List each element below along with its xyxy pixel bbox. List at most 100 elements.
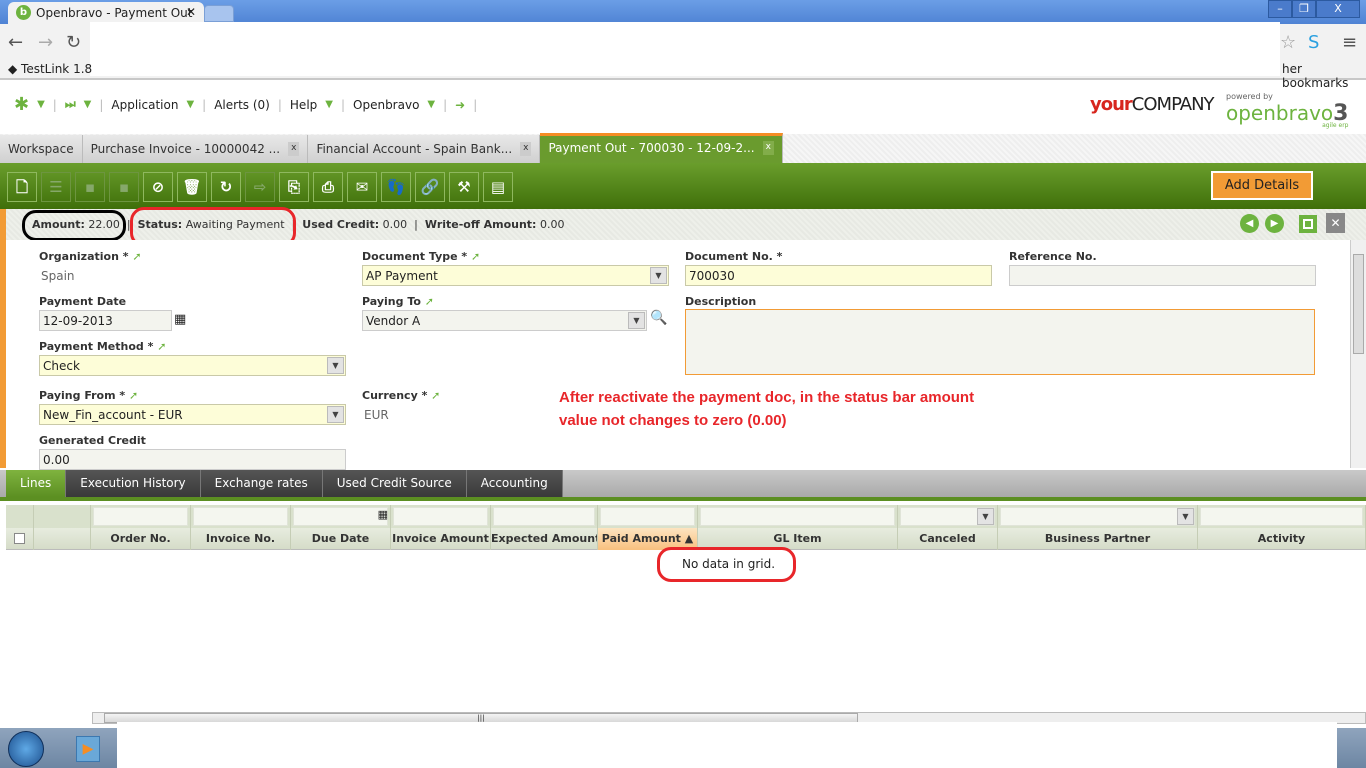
paying-from-select[interactable]: New_Fin_account - EUR ▼ <box>39 404 346 425</box>
subtab-used-credit-source[interactable]: Used Credit Source <box>322 470 467 497</box>
menu-help[interactable]: Help <box>290 98 317 112</box>
attach-icon[interactable]: ⎘ <box>279 172 309 202</box>
subtab-lines[interactable]: Lines <box>6 470 67 497</box>
scrollbar-thumb[interactable] <box>1353 254 1364 354</box>
audit-trail-icon[interactable]: 👣 <box>381 172 411 202</box>
add-details-button[interactable]: Add Details <box>1211 171 1313 200</box>
media-player-icon[interactable]: ▶ <box>76 736 100 762</box>
filter-activity[interactable] <box>1198 505 1366 528</box>
chevron-down-icon[interactable]: ▼ <box>650 267 667 284</box>
column-activity[interactable]: Activity <box>1198 528 1366 550</box>
column-expected-amount[interactable]: Expected Amount <box>491 528 598 550</box>
column-order-no[interactable]: Order No. <box>91 528 191 550</box>
back-icon[interactable]: ← <box>8 32 23 53</box>
description-input[interactable] <box>685 309 1315 375</box>
calendar-icon[interactable]: ▦ <box>378 508 388 521</box>
filter-canceled[interactable]: ▼ <box>898 505 998 528</box>
tools-icon[interactable]: ⚒ <box>449 172 479 202</box>
logout-icon[interactable]: ➜ <box>455 98 465 112</box>
next-record-icon[interactable]: ▶ <box>1265 214 1284 233</box>
other-bookmarks[interactable]: her bookmarks <box>1282 62 1366 90</box>
save-close-icon[interactable]: ▪ <box>109 172 139 202</box>
column-invoice-amount[interactable]: Invoice Amount <box>391 528 491 550</box>
chevron-down-icon[interactable]: ▼ <box>327 357 344 374</box>
subtab-exchange-rates[interactable]: Exchange rates <box>200 470 323 497</box>
maximize-icon[interactable] <box>1299 215 1317 233</box>
skype-icon[interactable]: S <box>1308 32 1319 53</box>
chevron-down-icon[interactable]: ▼ <box>977 508 994 525</box>
subtab-accounting[interactable]: Accounting <box>466 470 563 497</box>
menu-application[interactable]: Application <box>111 98 178 112</box>
document-type-select[interactable]: AP Payment ▼ <box>362 265 669 286</box>
column-invoice-no[interactable]: Invoice No. <box>191 528 291 550</box>
chevron-down-icon[interactable]: ▼ <box>628 312 645 329</box>
chevron-down-icon[interactable]: ▼ <box>186 99 194 110</box>
close-window-button[interactable]: X <box>1316 0 1360 18</box>
browser-tab[interactable]: b Openbravo - Payment Out ✕ <box>8 2 204 24</box>
menu-alerts[interactable]: Alerts (0) <box>214 98 270 112</box>
bookmark-testlink[interactable]: ◆ TestLink 1.8 <box>8 62 92 76</box>
forward-icon[interactable]: → <box>38 32 53 53</box>
close-form-icon[interactable]: ✕ <box>1326 213 1345 233</box>
filter-order-no[interactable] <box>91 505 191 528</box>
new-row-icon[interactable]: ☰ <box>41 172 71 202</box>
column-business-partner[interactable]: Business Partner <box>998 528 1198 550</box>
delete-icon[interactable]: 🗑 <box>177 172 207 202</box>
create-new-icon[interactable]: ✱ <box>14 94 29 115</box>
star-icon[interactable]: ☆ <box>1280 32 1296 53</box>
filter-gl-item[interactable] <box>698 505 898 528</box>
close-icon[interactable]: x <box>520 142 532 156</box>
divider: | <box>473 97 478 112</box>
undo-icon[interactable]: ⊘ <box>143 172 173 202</box>
filter-business-partner[interactable]: ▼ <box>998 505 1198 528</box>
email-icon[interactable]: ✉ <box>347 172 377 202</box>
column-due-date[interactable]: Due Date <box>291 528 391 550</box>
filter-expected-amount[interactable] <box>491 505 598 528</box>
filter-invoice-amount[interactable] <box>391 505 491 528</box>
print-icon[interactable]: ⎙ <box>313 172 343 202</box>
payment-method-select[interactable]: Check ▼ <box>39 355 346 376</box>
quick-launch-icon[interactable]: ⏭ <box>65 97 76 112</box>
chevron-down-icon[interactable]: ▼ <box>427 99 435 110</box>
search-icon[interactable]: 🔍 <box>650 310 667 326</box>
tab-financial-account[interactable]: Financial Account - Spain Bank... x <box>308 135 541 163</box>
chevron-down-icon[interactable]: ▼ <box>37 99 45 110</box>
calendar-icon[interactable]: ▦ <box>174 312 186 327</box>
tab-purchase-invoice[interactable]: Purchase Invoice - 10000042 ... x <box>82 135 309 163</box>
new-document-icon[interactable]: 🗋 <box>7 172 37 202</box>
filter-invoice-no[interactable] <box>191 505 291 528</box>
generated-credit-input[interactable]: 0.00 <box>39 449 346 470</box>
new-tab-button[interactable] <box>204 5 234 22</box>
subtab-execution-history[interactable]: Execution History <box>66 470 201 497</box>
restore-button[interactable]: ❐ <box>1292 0 1316 18</box>
toggle-view-icon[interactable]: ▤ <box>483 172 513 202</box>
reload-icon[interactable]: ↻ <box>66 32 81 53</box>
select-all-checkbox[interactable] <box>6 528 34 550</box>
document-no-input[interactable]: 700030 <box>685 265 992 286</box>
paying-to-select[interactable]: Vendor A ▼ <box>362 310 647 331</box>
filter-paid-amount[interactable] <box>598 505 698 528</box>
chevron-down-icon[interactable]: ▼ <box>1177 508 1194 525</box>
chevron-down-icon[interactable]: ▼ <box>84 99 92 110</box>
tab-workspace[interactable]: Workspace <box>0 135 83 163</box>
payment-date-input[interactable]: 12-09-2013 <box>39 310 172 331</box>
previous-record-icon[interactable]: ◀ <box>1240 214 1259 233</box>
close-tab-icon[interactable]: ✕ <box>186 5 196 19</box>
tab-payment-out[interactable]: Payment Out - 700030 - 12-09-2... x <box>540 133 783 163</box>
export-icon[interactable]: ⇨ <box>245 172 275 202</box>
menu-icon[interactable]: ≡ <box>1342 32 1357 53</box>
refresh-icon[interactable]: ↻ <box>211 172 241 202</box>
close-icon[interactable]: x <box>762 141 774 155</box>
chevron-down-icon[interactable]: ▼ <box>327 406 344 423</box>
minimize-button[interactable]: – <box>1268 0 1292 18</box>
filter-due-date[interactable]: ▦ <box>291 505 391 528</box>
start-button[interactable] <box>8 731 44 767</box>
chevron-down-icon[interactable]: ▼ <box>325 99 333 110</box>
close-icon[interactable]: x <box>288 142 300 156</box>
link-icon[interactable]: 🔗 <box>415 172 445 202</box>
reference-no-input[interactable] <box>1009 265 1316 286</box>
save-icon[interactable]: ▪ <box>75 172 105 202</box>
column-canceled[interactable]: Canceled <box>898 528 998 550</box>
menu-openbravo[interactable]: Openbravo <box>353 98 419 112</box>
form-scrollbar[interactable] <box>1350 240 1366 468</box>
